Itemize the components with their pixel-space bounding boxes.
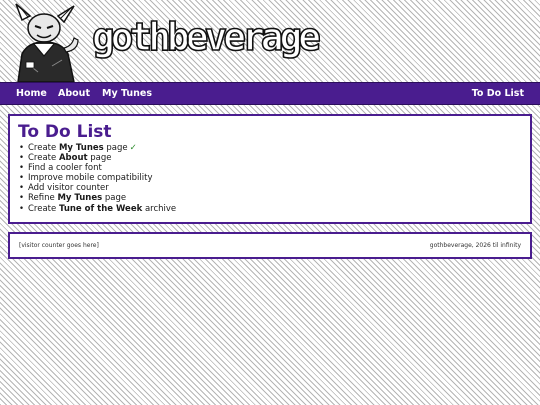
todo-item-text-suffix: page (102, 193, 127, 204)
todo-item-text: Refine (28, 193, 58, 204)
todo-item-text-suffix: page (87, 153, 112, 164)
mascot-avatar-icon (15, 3, 79, 82)
todo-item: Improve mobile compatibility (18, 173, 522, 183)
todo-item-text: Improve mobile compatibility (28, 173, 153, 184)
todo-item: Create Tune of the Week archive (18, 204, 522, 214)
page-title: To Do List (18, 122, 112, 142)
todo-item-text: Find a cooler font (28, 163, 102, 174)
todo-item: Add visitor counter (18, 183, 522, 193)
todo-item: Refine My Tunes page (18, 193, 522, 203)
visitor-counter-placeholder: [visitor counter goes here] (19, 242, 99, 249)
todo-item-text: Add visitor counter (28, 183, 109, 194)
main-navbar: Home About My Tunes To Do List (0, 82, 540, 105)
todo-item-text: Create (28, 203, 59, 214)
todo-item-text-suffix: page (103, 143, 128, 153)
todo-item-emphasis: Tune of the Week (58, 203, 143, 214)
logo-wordmark: gothbeverage (92, 15, 320, 59)
todo-panel: To Do List Create My Tunes page✓ Create … (8, 114, 532, 224)
todo-item-emphasis: About (58, 153, 88, 164)
todo-item-text-suffix: archive (142, 203, 177, 214)
nav-about-link[interactable]: About (58, 83, 90, 106)
site-logo: gothbeverage (91, 14, 320, 60)
nav-my-tunes-link[interactable]: My Tunes (102, 83, 152, 106)
checkmark-icon: ✓ (129, 143, 137, 153)
nav-home-link[interactable]: Home (16, 83, 47, 106)
todo-item-emphasis: My Tunes (58, 143, 104, 153)
todo-item: Find a cooler font (18, 163, 522, 173)
site-header: gothbeverage (0, 0, 540, 82)
todo-item: Create My Tunes page✓ (18, 143, 522, 153)
footer-copyright: gothbeverage, 2026 til infinity (429, 242, 521, 249)
todo-item-emphasis: My Tunes (57, 193, 103, 204)
todo-list: Create My Tunes page✓ Create About page … (18, 143, 522, 214)
nav-to-do-list-link[interactable]: To Do List (472, 83, 524, 106)
todo-item-text: Create (28, 153, 59, 164)
todo-item-text: Create (28, 143, 59, 153)
site-footer: [visitor counter goes here] gothbeverage… (8, 232, 532, 259)
todo-item: Create About page (18, 153, 522, 163)
